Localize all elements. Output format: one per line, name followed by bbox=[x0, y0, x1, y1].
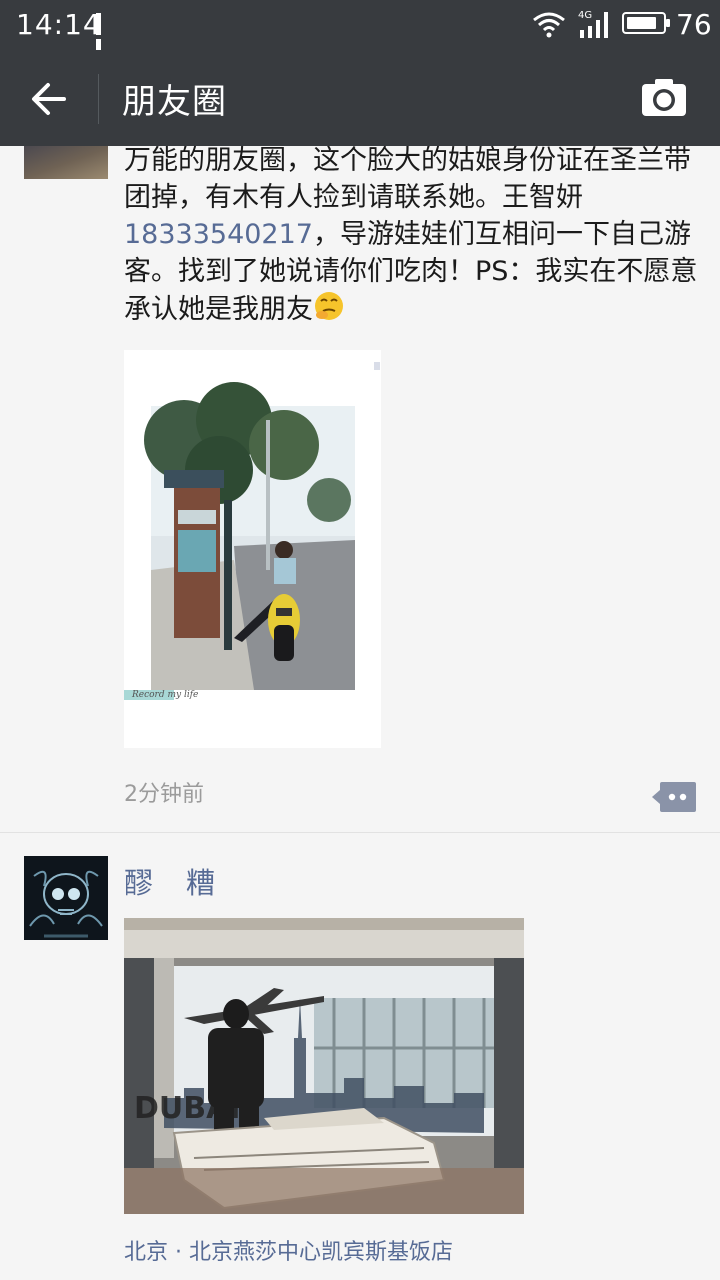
post-image[interactable]: DUBAI bbox=[124, 918, 524, 1214]
post-image[interactable]: Record my life bbox=[124, 350, 381, 748]
photo-hotel-lobby: DUBAI bbox=[124, 918, 524, 1214]
back-arrow-icon[interactable] bbox=[26, 76, 72, 122]
post-divider bbox=[0, 832, 720, 833]
post-text: 万能的朋友圈，这个脸大的姑娘身份证在圣兰带团掉，有木有人捡到请联系她。王智妍 18… bbox=[124, 146, 704, 328]
signal-icon: 4G bbox=[578, 10, 608, 38]
post-text-part: 万能的朋友圈，这个脸大的姑娘身份证在圣兰带团掉，有木有人捡到请联系她。王智妍 bbox=[124, 146, 691, 213]
pause-icon bbox=[96, 13, 118, 61]
moments-feed[interactable]: 万能的朋友圈，这个脸大的姑娘身份证在圣兰带团掉，有木有人捡到请联系她。王智妍 18… bbox=[0, 146, 720, 1280]
network-type: 4G bbox=[578, 10, 592, 21]
camera-icon[interactable] bbox=[640, 78, 688, 118]
skull-avatar-icon bbox=[24, 856, 108, 940]
phone-link[interactable]: 18333540217 bbox=[124, 219, 313, 250]
battery-level: 76 bbox=[676, 8, 712, 41]
nav-divider bbox=[98, 74, 99, 124]
photo-street-scene bbox=[124, 350, 381, 748]
page-title: 朋友圈 bbox=[122, 82, 227, 122]
poster-name[interactable]: 醪 糟 bbox=[124, 860, 217, 902]
wifi-icon bbox=[533, 12, 565, 38]
comment-icon[interactable] bbox=[652, 782, 696, 812]
avatar[interactable] bbox=[24, 856, 108, 940]
battery-icon bbox=[622, 12, 670, 34]
emoji-icon bbox=[315, 292, 343, 320]
avatar[interactable] bbox=[24, 146, 108, 179]
image-caption: Record my life bbox=[132, 690, 199, 700]
post-time: 2分钟前 bbox=[124, 782, 204, 807]
post-location[interactable]: 北京 · 北京燕莎中心凯宾斯基饭店 bbox=[124, 1234, 453, 1266]
nav-bar: 朋友圈 bbox=[0, 50, 720, 146]
status-bar: 14:14 4G 76 bbox=[0, 0, 720, 61]
status-time: 14:14 bbox=[16, 8, 102, 41]
